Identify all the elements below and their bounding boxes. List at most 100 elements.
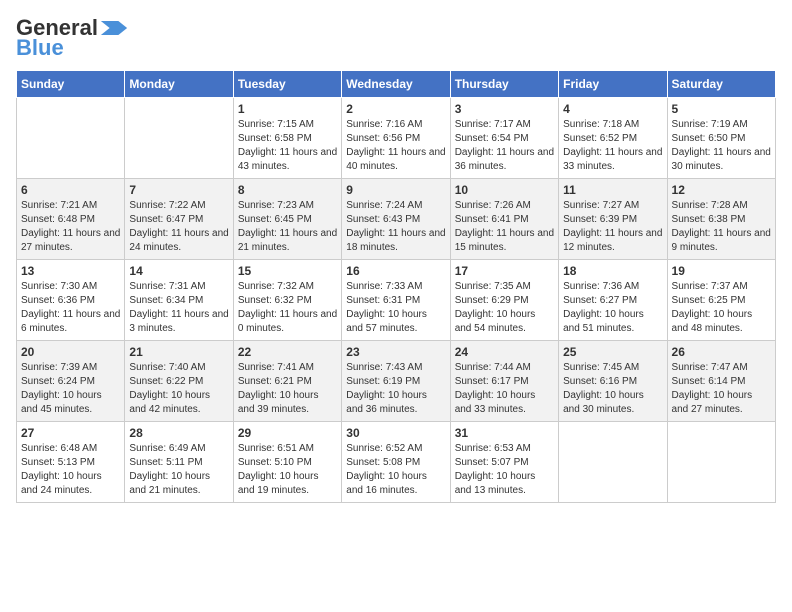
calendar-cell: 27 Sunrise: 6:48 AM Sunset: 5:13 PM Dayli…	[17, 422, 125, 503]
day-number: 31	[455, 426, 554, 440]
day-number: 14	[129, 264, 228, 278]
day-number: 27	[21, 426, 120, 440]
calendar-cell: 25 Sunrise: 7:45 AM Sunset: 6:16 PM Dayli…	[559, 341, 667, 422]
day-number: 26	[672, 345, 771, 359]
day-number: 24	[455, 345, 554, 359]
day-number: 19	[672, 264, 771, 278]
calendar-cell: 22 Sunrise: 7:41 AM Sunset: 6:21 PM Dayli…	[233, 341, 341, 422]
day-info: Sunrise: 7:19 AM Sunset: 6:50 PM Dayligh…	[672, 118, 771, 174]
day-header-sunday: Sunday	[17, 71, 125, 98]
day-number: 20	[21, 345, 120, 359]
day-number: 10	[455, 183, 554, 197]
logo-blue-text: Blue	[16, 36, 64, 60]
day-number: 8	[238, 183, 337, 197]
day-info: Sunrise: 7:16 AM Sunset: 6:56 PM Dayligh…	[346, 118, 445, 174]
day-number: 22	[238, 345, 337, 359]
day-info: Sunrise: 7:23 AM Sunset: 6:45 PM Dayligh…	[238, 199, 337, 255]
day-number: 12	[672, 183, 771, 197]
calendar-cell	[559, 422, 667, 503]
calendar-cell: 30 Sunrise: 6:52 AM Sunset: 5:08 PM Dayli…	[342, 422, 450, 503]
calendar-cell: 19 Sunrise: 7:37 AM Sunset: 6:25 PM Dayli…	[667, 260, 775, 341]
calendar-cell: 23 Sunrise: 7:43 AM Sunset: 6:19 PM Dayli…	[342, 341, 450, 422]
day-info: Sunrise: 6:52 AM Sunset: 5:08 PM Dayligh…	[346, 442, 445, 498]
day-number: 4	[563, 102, 662, 116]
day-number: 16	[346, 264, 445, 278]
calendar-cell: 5 Sunrise: 7:19 AM Sunset: 6:50 PM Daylig…	[667, 98, 775, 179]
day-header-wednesday: Wednesday	[342, 71, 450, 98]
calendar-week-row: 1Sunrise: 7:15 AM Sunset: 6:58 PM Daylig…	[17, 98, 776, 179]
calendar-cell	[17, 98, 125, 179]
calendar-cell: 13Sunrise: 7:30 AM Sunset: 6:36 PM Dayli…	[17, 260, 125, 341]
day-number: 30	[346, 426, 445, 440]
calendar-cell: 26Sunrise: 7:47 AM Sunset: 6:14 PM Dayli…	[667, 341, 775, 422]
day-info: Sunrise: 7:27 AM Sunset: 6:39 PM Dayligh…	[563, 199, 662, 255]
calendar-cell: 8 Sunrise: 7:23 AM Sunset: 6:45 PM Daylig…	[233, 179, 341, 260]
calendar-cell: 14 Sunrise: 7:31 AM Sunset: 6:34 PM Dayli…	[125, 260, 233, 341]
day-info: Sunrise: 7:40 AM Sunset: 6:22 PM Dayligh…	[129, 361, 228, 417]
calendar-cell: 11 Sunrise: 7:27 AM Sunset: 6:39 PM Dayli…	[559, 179, 667, 260]
calendar-cell: 29 Sunrise: 6:51 AM Sunset: 5:10 PM Dayli…	[233, 422, 341, 503]
day-info: Sunrise: 7:45 AM Sunset: 6:16 PM Dayligh…	[563, 361, 662, 417]
day-info: Sunrise: 7:37 AM Sunset: 6:25 PM Dayligh…	[672, 280, 771, 336]
day-info: Sunrise: 7:32 AM Sunset: 6:32 PM Dayligh…	[238, 280, 337, 336]
day-header-monday: Monday	[125, 71, 233, 98]
day-number: 9	[346, 183, 445, 197]
day-info: Sunrise: 7:21 AM Sunset: 6:48 PM Dayligh…	[21, 199, 120, 255]
calendar-cell: 9Sunrise: 7:24 AM Sunset: 6:43 PM Daylig…	[342, 179, 450, 260]
day-number: 21	[129, 345, 228, 359]
day-number: 6	[21, 183, 120, 197]
day-info: Sunrise: 7:41 AM Sunset: 6:21 PM Dayligh…	[238, 361, 337, 417]
calendar-week-row: 27 Sunrise: 6:48 AM Sunset: 5:13 PM Dayli…	[17, 422, 776, 503]
day-number: 28	[129, 426, 228, 440]
day-number: 11	[563, 183, 662, 197]
day-header-tuesday: Tuesday	[233, 71, 341, 98]
day-info: Sunrise: 7:31 AM Sunset: 6:34 PM Dayligh…	[129, 280, 228, 336]
calendar-cell: 4 Sunrise: 7:18 AM Sunset: 6:52 PM Daylig…	[559, 98, 667, 179]
calendar-cell: 20 Sunrise: 7:39 AM Sunset: 6:24 PM Dayli…	[17, 341, 125, 422]
calendar-cell: 6 Sunrise: 7:21 AM Sunset: 6:48 PM Daylig…	[17, 179, 125, 260]
calendar-cell: 7Sunrise: 7:22 AM Sunset: 6:47 PM Daylig…	[125, 179, 233, 260]
calendar-cell: 12 Sunrise: 7:28 AM Sunset: 6:38 PM Dayli…	[667, 179, 775, 260]
calendar-cell	[667, 422, 775, 503]
calendar-week-row: 6 Sunrise: 7:21 AM Sunset: 6:48 PM Daylig…	[17, 179, 776, 260]
day-header-saturday: Saturday	[667, 71, 775, 98]
day-info: Sunrise: 7:15 AM Sunset: 6:58 PM Dayligh…	[238, 118, 337, 174]
day-info: Sunrise: 7:36 AM Sunset: 6:27 PM Dayligh…	[563, 280, 662, 336]
day-info: Sunrise: 7:28 AM Sunset: 6:38 PM Dayligh…	[672, 199, 771, 255]
day-number: 23	[346, 345, 445, 359]
day-info: Sunrise: 6:48 AM Sunset: 5:13 PM Dayligh…	[21, 442, 120, 498]
day-info: Sunrise: 7:17 AM Sunset: 6:54 PM Dayligh…	[455, 118, 554, 174]
calendar-week-row: 13Sunrise: 7:30 AM Sunset: 6:36 PM Dayli…	[17, 260, 776, 341]
day-info: Sunrise: 6:51 AM Sunset: 5:10 PM Dayligh…	[238, 442, 337, 498]
day-info: Sunrise: 7:39 AM Sunset: 6:24 PM Dayligh…	[21, 361, 120, 417]
page-header: General Blue	[16, 16, 776, 60]
day-number: 25	[563, 345, 662, 359]
calendar-cell: 17Sunrise: 7:35 AM Sunset: 6:29 PM Dayli…	[450, 260, 558, 341]
calendar-week-row: 20 Sunrise: 7:39 AM Sunset: 6:24 PM Dayli…	[17, 341, 776, 422]
day-number: 7	[129, 183, 228, 197]
logo: General Blue	[16, 16, 128, 60]
calendar-cell: 1Sunrise: 7:15 AM Sunset: 6:58 PM Daylig…	[233, 98, 341, 179]
calendar-cell: 16Sunrise: 7:33 AM Sunset: 6:31 PM Dayli…	[342, 260, 450, 341]
day-info: Sunrise: 6:53 AM Sunset: 5:07 PM Dayligh…	[455, 442, 554, 498]
day-header-thursday: Thursday	[450, 71, 558, 98]
calendar-cell: 21 Sunrise: 7:40 AM Sunset: 6:22 PM Dayli…	[125, 341, 233, 422]
calendar-cell: 24 Sunrise: 7:44 AM Sunset: 6:17 PM Dayli…	[450, 341, 558, 422]
day-info: Sunrise: 7:44 AM Sunset: 6:17 PM Dayligh…	[455, 361, 554, 417]
calendar-cell: 18 Sunrise: 7:36 AM Sunset: 6:27 PM Dayli…	[559, 260, 667, 341]
day-info: Sunrise: 7:18 AM Sunset: 6:52 PM Dayligh…	[563, 118, 662, 174]
day-info: Sunrise: 7:43 AM Sunset: 6:19 PM Dayligh…	[346, 361, 445, 417]
calendar-cell	[125, 98, 233, 179]
day-number: 3	[455, 102, 554, 116]
calendar-header-row: SundayMondayTuesdayWednesdayThursdayFrid…	[17, 71, 776, 98]
calendar-cell: 31 Sunrise: 6:53 AM Sunset: 5:07 PM Dayli…	[450, 422, 558, 503]
day-number: 5	[672, 102, 771, 116]
day-number: 18	[563, 264, 662, 278]
calendar-cell: 3 Sunrise: 7:17 AM Sunset: 6:54 PM Daylig…	[450, 98, 558, 179]
day-number: 29	[238, 426, 337, 440]
day-number: 2	[346, 102, 445, 116]
day-info: Sunrise: 6:49 AM Sunset: 5:11 PM Dayligh…	[129, 442, 228, 498]
calendar-table: SundayMondayTuesdayWednesdayThursdayFrid…	[16, 70, 776, 503]
day-number: 15	[238, 264, 337, 278]
day-info: Sunrise: 7:30 AM Sunset: 6:36 PM Dayligh…	[21, 280, 120, 336]
